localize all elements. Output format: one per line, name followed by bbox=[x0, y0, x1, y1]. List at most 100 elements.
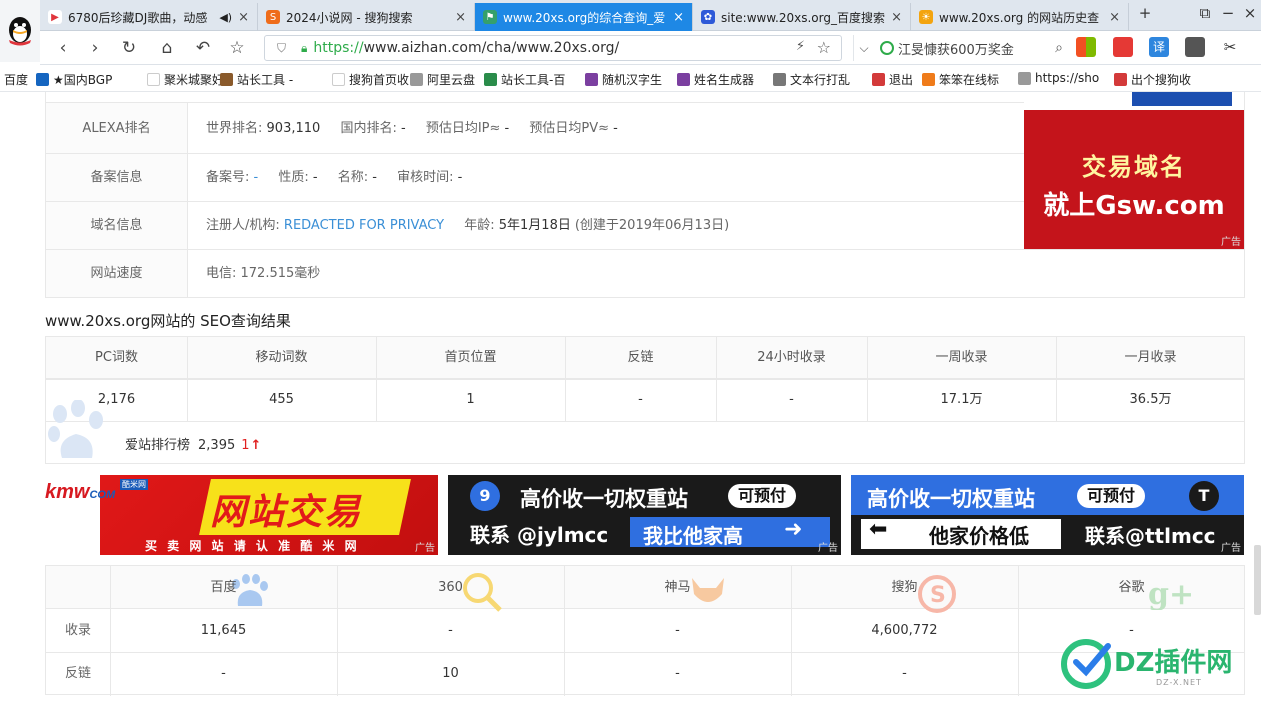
ttlmcc-banner-ad[interactable]: 高价收一切权重站 可预付 T ⬅ 他家价格低 联系@ttlmcc 广告 bbox=[851, 475, 1244, 555]
history-icon: ☀ bbox=[919, 10, 933, 24]
engine-value-cell[interactable]: 4,600,772 bbox=[791, 609, 1018, 652]
star-icon[interactable]: ☆ bbox=[817, 38, 831, 57]
bookmark-icon bbox=[585, 73, 598, 86]
label: 国内排名: bbox=[340, 121, 397, 136]
beian-link[interactable]: - bbox=[254, 170, 259, 185]
tab-title: www.20xs.org 的网站历史查 bbox=[939, 10, 1100, 25]
bookmark-item[interactable]: 百度 bbox=[4, 71, 28, 88]
lightning-icon[interactable]: ⚡︎ bbox=[796, 39, 805, 54]
bookmark-item[interactable]: 搜狗首页收 bbox=[332, 71, 409, 88]
bookmark-item[interactable]: 站长工具-百 bbox=[484, 71, 565, 88]
seo-value-cell[interactable]: 17.1万 bbox=[867, 379, 1056, 421]
tab-aizhan-query[interactable]: ⚑ www.20xs.org的综合查询_爱 × bbox=[475, 3, 693, 31]
forward-button[interactable]: › bbox=[84, 37, 106, 59]
new-tab-button[interactable]: + bbox=[1130, 4, 1160, 22]
kmw-banner-ad[interactable]: kmwCOM 酷米网 网站交易 买 卖 网 站 请 认 准 酷 米 网 广告 bbox=[45, 475, 438, 555]
reload-button[interactable]: ↻ bbox=[118, 37, 140, 59]
seo-header-cell: 24小时收录 bbox=[757, 350, 826, 365]
favorite-button[interactable]: ☆ bbox=[226, 37, 248, 59]
paw-watermark-icon bbox=[48, 400, 103, 458]
bookmark-label: 笨笨在线标 bbox=[939, 73, 1000, 87]
undo-close-button[interactable]: ↶ bbox=[192, 37, 214, 59]
bookmark-item[interactable]: ★国内BGP bbox=[36, 71, 112, 88]
back-button[interactable]: ‹ bbox=[52, 37, 74, 59]
tab-sogou-search[interactable]: S 2024小说网 - 搜狗搜索 × bbox=[258, 3, 475, 31]
scrollbar-thumb[interactable] bbox=[1254, 545, 1261, 615]
bookmark-icon bbox=[922, 73, 935, 86]
engine-header-cell[interactable]: 神马 bbox=[564, 566, 791, 609]
bookmark-item[interactable]: 聚米城聚好 bbox=[147, 71, 224, 88]
tab-baidu-search[interactable]: ✿ site:www.20xs.org_百度搜索 × bbox=[693, 3, 911, 31]
close-icon[interactable]: × bbox=[673, 10, 684, 25]
play-icon: ▶ bbox=[48, 10, 62, 24]
home-button[interactable]: ⌂ bbox=[156, 37, 178, 59]
bookmark-icon bbox=[1114, 73, 1127, 86]
tab-dj-songs[interactable]: ▶ 6780后珍藏DJ歌曲，动感 ◀) × bbox=[40, 3, 258, 31]
registrant-link[interactable]: REDACTED FOR PRIVACY bbox=[284, 218, 444, 233]
row-label: ALEXA排名 bbox=[46, 103, 188, 153]
search-suggestion[interactable]: 江旻慷获600万奖金 bbox=[898, 39, 1014, 58]
ad-contact: 联系@ttlmcc bbox=[1085, 524, 1216, 548]
bookmark-item[interactable]: 站长工具 - bbox=[220, 71, 293, 88]
kmw-logo-com: COM bbox=[89, 489, 116, 501]
lock-icon[interactable]: 🔒︎ bbox=[301, 41, 307, 56]
seo-header-cell: 首页位置 bbox=[444, 350, 497, 365]
seo-table: PC词数 2,176 移动词数 455 首页位置 1 反链 -24小时收录 - 一周收录 17.1万… bbox=[45, 336, 1245, 464]
scissors-icon[interactable]: ✂ bbox=[1220, 37, 1240, 57]
speed-value: 电信: 172.515毫秒 bbox=[206, 266, 321, 281]
world-rank: 903,110 bbox=[266, 121, 321, 136]
translate-icon[interactable]: 译 bbox=[1149, 37, 1169, 57]
bookmark-item[interactable]: 随机汉字生 bbox=[585, 71, 662, 88]
seo-value-cell[interactable]: 1 bbox=[376, 379, 565, 421]
mute-icon[interactable]: ◀) bbox=[219, 11, 232, 24]
close-icon[interactable]: × bbox=[891, 10, 902, 25]
close-window-button[interactable]: × bbox=[1235, 4, 1261, 22]
qq-logo-icon[interactable] bbox=[0, 0, 40, 62]
tab-title: 6780后珍藏DJ歌曲，动感 bbox=[68, 10, 208, 25]
engine-header-cell[interactable]: 搜狗 bbox=[791, 566, 1018, 609]
bookmark-item[interactable]: 文本行打乱 bbox=[773, 71, 850, 88]
bookmark-item[interactable]: 出个搜狗收 bbox=[1114, 71, 1191, 88]
close-icon[interactable]: × bbox=[455, 10, 466, 25]
game-icon[interactable] bbox=[1113, 37, 1133, 57]
label: 预估日均PV≈ bbox=[529, 121, 610, 136]
bookmark-item[interactable]: 笨笨在线标 bbox=[922, 71, 999, 88]
engine-header-cell[interactable]: 百度 bbox=[110, 566, 337, 609]
engine-header-cell[interactable]: 谷歌 bbox=[1018, 566, 1245, 609]
engine-value-cell[interactable]: 10 bbox=[337, 652, 564, 695]
engine-value-cell[interactable]: 11,645 bbox=[110, 609, 337, 652]
bookmark-icon bbox=[1018, 71, 1031, 85]
ad-tag: 广告 bbox=[1221, 237, 1241, 248]
domain-trade-ad[interactable]: 交易域名 就上Gsw.com 广告 bbox=[1024, 92, 1244, 249]
chevron-down-icon[interactable]: ⌵ bbox=[854, 41, 874, 56]
search-box[interactable]: ⌵ 江旻慷获600万奖金 ⌕ bbox=[853, 35, 1063, 61]
shield-icon[interactable]: ⛉ bbox=[277, 41, 293, 56]
time-value: - bbox=[457, 170, 463, 185]
jylmcc-banner-ad[interactable]: 9 高价收一切权重站 可预付 联系 @jylmcc 我比他家高 ➜ 广告 bbox=[448, 475, 841, 555]
bookmark-label: 搜狗首页收 bbox=[349, 73, 410, 87]
label: 注册人/机构: bbox=[206, 218, 280, 233]
engine-header-cell[interactable]: 360 bbox=[337, 566, 564, 609]
reader-icon[interactable] bbox=[1185, 37, 1205, 57]
url-text[interactable]: https://www.aizhan.com/cha/www.20xs.org/ bbox=[313, 40, 619, 56]
seo-value-cell[interactable]: 455 bbox=[187, 379, 376, 421]
ad-badge: 可预付 bbox=[1077, 484, 1146, 508]
bookmark-item[interactable]: 退出 bbox=[872, 71, 913, 88]
bookmark-item[interactable]: https://sho bbox=[1018, 71, 1099, 85]
bookmark-item[interactable]: 姓名生成器 bbox=[677, 71, 754, 88]
tab-bar: ▶ 6780后珍藏DJ歌曲，动感 ◀) × S 2024小说网 - 搜狗搜索 ×… bbox=[0, 0, 1261, 62]
shield-logo-icon: 9 bbox=[470, 481, 500, 511]
rank-value[interactable]: 2,395 bbox=[198, 438, 235, 453]
apps-icon[interactable] bbox=[1076, 37, 1096, 57]
seo-value-cell[interactable]: 36.5万 bbox=[1056, 379, 1245, 421]
row-label: 备案信息 bbox=[46, 154, 188, 201]
address-bar[interactable]: ⛉ 🔒︎ https://www.aizhan.com/cha/www.20xs… bbox=[264, 35, 842, 61]
close-icon[interactable]: × bbox=[1109, 10, 1120, 25]
seo-header-cell: 一月收录 bbox=[1124, 350, 1177, 365]
search-icon[interactable]: ⌕ bbox=[1055, 40, 1063, 56]
tab-site-history[interactable]: ☀ www.20xs.org 的网站历史查 × bbox=[911, 3, 1129, 31]
bookmark-item[interactable]: 阿里云盘 bbox=[410, 71, 475, 88]
close-icon[interactable]: × bbox=[238, 10, 249, 25]
bookmark-label: 阿里云盘 bbox=[427, 73, 476, 87]
speed-row: 网站速度 电信: 172.515毫秒 bbox=[45, 250, 1245, 298]
